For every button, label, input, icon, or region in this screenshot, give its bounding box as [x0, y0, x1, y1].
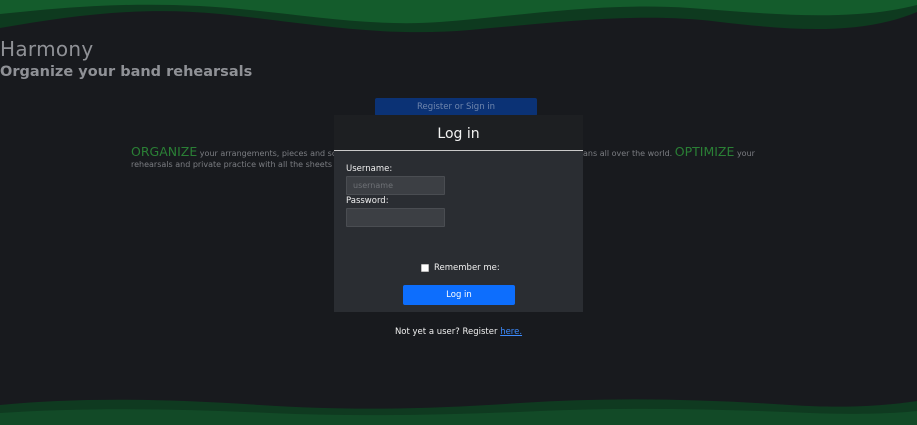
app-title: Harmony	[0, 37, 94, 61]
register-or-sign-in-button[interactable]: Register or Sign in	[375, 98, 537, 116]
username-input[interactable]	[346, 176, 445, 195]
login-submit-button[interactable]: Log in	[403, 285, 515, 305]
intro-text-line2: rehearsals and private practice with all…	[131, 160, 359, 169]
intro-text-right-body: sicians all over the world.	[570, 149, 675, 158]
remember-me-row: Remember me:	[421, 263, 500, 273]
optimize-accent: OPTIMIZE	[674, 144, 735, 159]
intro-text-right: sicians all over the world. OPTIMIZE you…	[570, 142, 755, 163]
organize-accent: ORGANIZE	[131, 144, 198, 159]
login-modal: Log in Username: Password: Remember me: …	[334, 115, 583, 337]
intro-text-right-end: your	[734, 149, 755, 158]
register-prompt: Not yet a user? Register here.	[334, 327, 583, 337]
remember-me-label: Remember me:	[434, 263, 500, 273]
password-label: Password:	[346, 196, 389, 206]
login-modal-title: Log in	[437, 126, 480, 142]
register-link[interactable]: here.	[500, 327, 522, 337]
username-label: Username:	[346, 164, 393, 174]
password-input[interactable]	[346, 208, 445, 227]
remember-me-checkbox[interactable]	[421, 264, 429, 272]
login-modal-header: Log in	[334, 115, 583, 151]
register-prompt-text: Not yet a user? Register	[394, 327, 501, 337]
bottom-wave-decoration	[0, 399, 917, 425]
app-subtitle: Organize your band rehearsals	[0, 64, 253, 80]
